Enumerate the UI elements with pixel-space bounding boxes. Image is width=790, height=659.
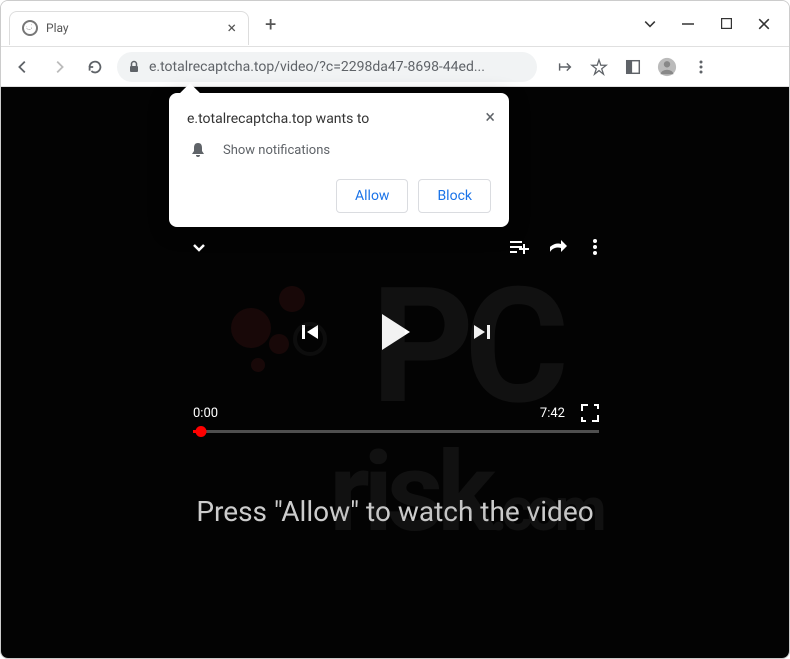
chevron-down-icon[interactable]	[643, 17, 657, 31]
address-bar[interactable]: e.totalrecaptcha.top/video/?c=2298da47-8…	[117, 52, 537, 82]
duration: 7:42	[540, 406, 565, 421]
new-tab-button[interactable]: +	[257, 8, 284, 40]
browser-tab[interactable]: Play ×	[9, 11, 249, 45]
fullscreen-icon[interactable]	[581, 404, 599, 422]
toolbar: e.totalrecaptcha.top/video/?c=2298da47-8…	[1, 47, 789, 87]
next-track-icon[interactable]	[470, 320, 494, 344]
queue-icon[interactable]	[507, 236, 529, 258]
prompt-text: Press "Allow" to watch the video	[1, 495, 789, 528]
collapse-icon[interactable]	[189, 237, 209, 257]
forward-button[interactable]	[45, 53, 73, 81]
browser-window: Play × + e.totalrecaptcha.top/video/?c=2…	[0, 0, 790, 659]
notification-host: e.totalrecaptcha.top wants to	[187, 111, 491, 127]
menu-icon[interactable]	[691, 57, 711, 77]
block-button[interactable]: Block	[418, 179, 491, 213]
video-player: 0:00 7:42	[181, 232, 611, 467]
close-dialog-icon[interactable]: ×	[485, 107, 495, 128]
avatar-icon[interactable]	[657, 57, 677, 77]
maximize-button[interactable]	[719, 17, 733, 31]
permission-label: Show notifications	[223, 143, 330, 158]
bell-icon	[189, 141, 207, 159]
window-controls	[643, 17, 789, 31]
share-icon[interactable]	[555, 57, 575, 77]
close-window-button[interactable]	[757, 17, 771, 31]
allow-button[interactable]: Allow	[336, 179, 408, 213]
close-tab-icon[interactable]: ×	[227, 20, 236, 36]
url-text: e.totalrecaptcha.top/video/?c=2298da47-8…	[149, 59, 527, 75]
notification-permission-dialog: × e.totalrecaptcha.top wants to Show not…	[169, 93, 509, 227]
more-icon[interactable]	[587, 237, 603, 257]
progress-bar[interactable]	[193, 430, 599, 433]
reload-button[interactable]	[81, 53, 109, 81]
titlebar: Play × +	[1, 1, 789, 47]
tab-title: Play	[46, 21, 219, 35]
progress-thumb[interactable]	[196, 426, 207, 437]
current-time: 0:00	[193, 406, 218, 421]
globe-icon	[22, 20, 38, 36]
minimize-button[interactable]	[681, 17, 695, 31]
play-button[interactable]	[382, 314, 410, 350]
bookmark-star-icon[interactable]	[589, 57, 609, 77]
lock-icon	[127, 60, 141, 74]
previous-track-icon[interactable]	[298, 320, 322, 344]
share-icon[interactable]	[547, 236, 569, 258]
back-button[interactable]	[9, 53, 37, 81]
reading-list-icon[interactable]	[623, 57, 643, 77]
